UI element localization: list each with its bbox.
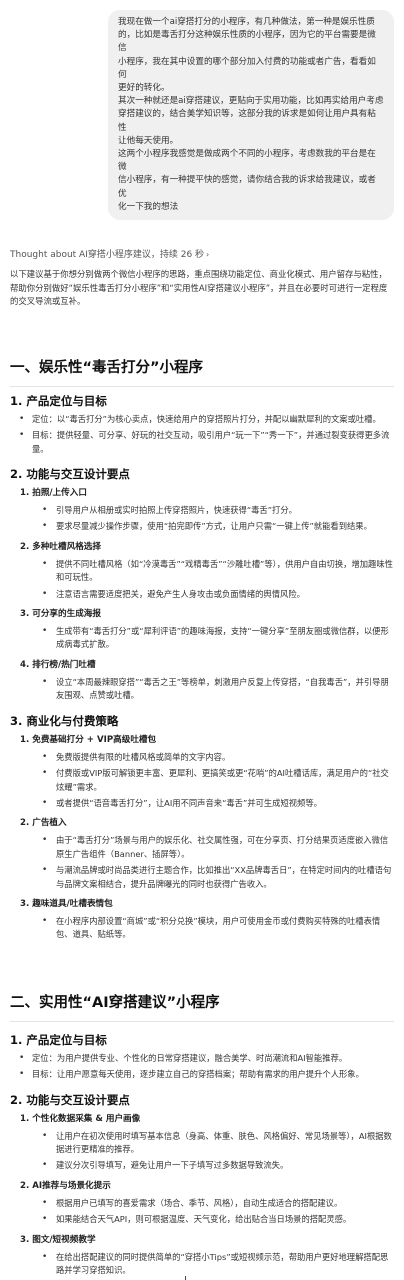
list-item: 建议分次引导填写，避免让用户一下子填写过多数据导致流失。	[20, 1159, 394, 1173]
subsection-title: 2. 功能与交互设计要点	[10, 1092, 130, 1107]
list-item: 在小程序内部设置“商城”或“积分兑换”模块，用户可使用金币或付费购买特殊的吐槽表…	[20, 915, 394, 942]
user-message-line: 信小程序，有一种提平快的感觉，请你结合我的诉求给我建议，或者优	[118, 175, 376, 199]
subsection-title: 3. 商业化与付费策略	[10, 713, 119, 728]
section-title: 二、实用性“AI穿搭建议”小程序	[10, 994, 220, 1011]
user-message-line: 其次一种就还是ai穿搭建议，更贴向于实用功能，比如再实给用户考虑	[118, 96, 384, 107]
numbered-list: 1. 免费基础打分 + VIP高级吐槽包 免费版提供有限的吐槽风格或简单的文字内…	[10, 733, 394, 942]
numbered-item-label: 3. 可分享的生成海报	[20, 609, 101, 620]
list-item: 定位：为用户提供专业、个性化的日常穿搭建议，融合美学、时尚潮流和AI智能推荐。	[10, 1052, 394, 1066]
numbered-item: 2. 广告植入 由于“毒舌打分”场景与用户的娱乐化、社交属性强，可在分享页、打分…	[10, 816, 394, 891]
numbered-item-label: 3. 趣味道具/吐槽表情包	[20, 898, 113, 909]
user-message-line: 我现在做一个ai穿搭打分的小程序，有几种做法，第一种是娱乐性质	[118, 17, 375, 27]
numbered-item: 4. 排行榜/热门吐槽 设立“本周最辣眼穿搭”“毒舌之王”等榜单，刺激用户反复上…	[10, 658, 394, 703]
thought-label: Thought about AI穿搭小程序建议，持续 26 秒	[10, 250, 205, 261]
numbered-list: 1. 拍照/上传入口 引导用户从相册或实时拍照上传穿搭照片，快速获得“毒舌”打分…	[10, 486, 394, 703]
user-message-line: 的，比如是毒舌打分这种娱乐性质的小程序，因为它的平台需要是微信	[118, 30, 376, 54]
list-item: 让用户在初次使用时填写基本信息（身高、体重、肤色、风格偏好、常见场景等），AI根…	[20, 1130, 394, 1157]
user-message-line: 化一下我的想法	[118, 201, 179, 212]
numbered-item-label: 3. 图文/短视频教学	[20, 1234, 96, 1245]
user-message-line: 更好的转化。	[118, 83, 170, 94]
list-item: 目标：提供轻量、可分享、好玩的社交互动，吸引用户“玩一下”“秀一下”，并通过裂变…	[10, 429, 394, 456]
chat-page: 我现在做一个ai穿搭打分的小程序，有几种做法，第一种是娱乐性质 的，比如是毒舌打…	[0, 10, 404, 1280]
numbered-item: 3. 趣味道具/吐槽表情包 在小程序内部设置“商城”或“积分兑换”模块，用户可使…	[10, 897, 394, 942]
list-item: 注意语言需要适度把关，避免产生人身攻击或负面情绪的舆情风险。	[20, 588, 394, 602]
list-item: 如果能结合天气API，则可根据温度、天气变化，给出贴合当日场景的搭配灵感。	[20, 1213, 394, 1227]
numbered-item: 2. 多种吐槽风格选择 提供不同吐槽风格（如“冷漠毒舌”“戏精毒舌”“沙雕吐槽”…	[10, 540, 394, 602]
user-message-bubble: 我现在做一个ai穿搭打分的小程序，有几种做法，第一种是娱乐性质 的，比如是毒舌打…	[108, 10, 394, 221]
subsection-title: 2. 功能与交互设计要点	[10, 467, 130, 482]
scroll-down-icon[interactable]: ↓	[181, 1274, 190, 1280]
section-title: 一、娱乐性“毒舌打分”小程序	[10, 359, 204, 376]
list-item: 设立“本周最辣眼穿搭”“毒舌之王”等榜单，刺激用户反复上传穿搭，“自我毒舌”，并…	[20, 676, 394, 703]
list-item: 定位：以“毒舌打分”为核心卖点，快速给用户的穿搭照片打分，并配以幽默犀利的文案或…	[10, 413, 394, 427]
list-item: 或者提供“语音毒舌打分”，让AI用不同声音来“毒舌”并可生成短视频等。	[20, 797, 394, 811]
list-item: 根据用户已填写的喜爱需求（场合、季节、风格），自动生成适合的搭配建议。	[20, 1197, 394, 1211]
intro-paragraph: 以下建议基于你想分别做两个微信小程序的思路，重点围绕功能定位、商业化模式、用户留…	[10, 269, 388, 307]
numbered-item: 1. 个性化数据采集 & 用户画像 让用户在初次使用时填写基本信息（身高、体重、…	[10, 1112, 394, 1174]
list-item: 引导用户从相册或实时拍照上传穿搭照片，快速获得“毒舌”打分。	[20, 504, 394, 518]
subsection-title: 1. 产品定位与目标	[10, 393, 107, 408]
numbered-item: 3. 可分享的生成海报 生成带有“毒舌打分”或“犀利评语”的趣味海报，支持“一键…	[10, 607, 394, 652]
list-item: 目标：让用户愿意每天使用，逐步建立自己的穿搭档案；帮助有需求的用户提升个人形象。	[10, 1068, 394, 1082]
numbered-item: 1. 拍照/上传入口 引导用户从相册或实时拍照上传穿搭照片，快速获得“毒舌”打分…	[10, 486, 394, 534]
list-item: 免费版提供有限的吐槽风格或简单的文字内容。	[20, 751, 394, 765]
list-item: 与潮流品牌或时尚品类进行主题合作，比如推出“XX品牌毒舌日”，在特定时间内的吐槽…	[20, 864, 394, 891]
user-message-line: 穿搭建议的，结合美学知识等，这部分我的诉求是如何让用户具有粘性	[118, 109, 376, 133]
thought-toggle[interactable]: Thought about AI穿搭小程序建议，持续 26 秒 ›	[10, 248, 394, 262]
numbered-item-label: 2. 广告植入	[20, 818, 67, 829]
numbered-item-label: 1. 拍照/上传入口	[20, 488, 87, 499]
list-item: 提供不同吐槽风格（如“冷漠毒舌”“戏精毒舌”“沙雕吐槽”等），供用户自由切换，增…	[20, 558, 394, 585]
numbered-item-label: 4. 排行榜/热门吐槽	[20, 659, 96, 670]
chevron-right-icon: ›	[206, 250, 210, 260]
user-message-line: 让他每天使用。	[118, 135, 179, 146]
bullet-list: 定位：以“毒舌打分”为核心卖点，快速给用户的穿搭照片打分，并配以幽默犀利的文案或…	[10, 413, 394, 456]
numbered-item: 3. 图文/短视频教学 在给出搭配建议的同时提供简单的“穿搭小Tips”或短视频…	[10, 1233, 394, 1278]
list-item: 由于“毒舌打分”场景与用户的娱乐化、社交属性强，可在分享页、打分结果页适度嵌入微…	[20, 834, 394, 861]
divider	[10, 1020, 394, 1022]
bullet-list: 定位：为用户提供专业、个性化的日常穿搭建议，融合美学、时尚潮流和AI智能推荐。 …	[10, 1052, 394, 1082]
numbered-item: 2. AI推荐与场景化提示 根据用户已填写的喜爱需求（场合、季节、风格），自动生…	[10, 1179, 394, 1227]
numbered-item-label: 1. 免费基础打分 + VIP高级吐槽包	[20, 734, 157, 745]
numbered-list: 1. 个性化数据采集 & 用户画像 让用户在初次使用时填写基本信息（身高、体重、…	[10, 1112, 394, 1278]
list-item: 要求尽量减少操作步骤，使用“拍完即传”方式，让用户只需“一键上传”就能看到结果。	[20, 520, 394, 534]
list-item: 生成带有“毒舌打分”或“犀利评语”的趣味海报，支持“一键分享”至朋友圈或微信群，…	[20, 625, 394, 652]
list-item: 付费版或VIP版可解锁更丰富、更犀利、更搞笑或更“花哨”的AI吐槽话库，满足用户…	[20, 767, 394, 794]
subsection-title: 1. 产品定位与目标	[10, 1032, 107, 1047]
user-message-line: 小程序，我在其中设置的哪个部分加入付费的功能或者广告，看看如何	[118, 56, 376, 80]
numbered-item-label: 2. 多种吐槽风格选择	[20, 541, 101, 552]
user-message-line: 这两个小程序我感觉是做成两个不同的小程序，考虑数我的平台是在微	[118, 149, 376, 173]
numbered-item-label: 1. 个性化数据采集 & 用户画像	[20, 1113, 141, 1124]
numbered-item: 1. 免费基础打分 + VIP高级吐槽包 免费版提供有限的吐槽风格或简单的文字内…	[10, 733, 394, 811]
list-item: 在给出搭配建议的同时提供简单的“穿搭小Tips”或短视频示范，帮助用户更好地理解…	[20, 1251, 394, 1278]
divider	[10, 385, 394, 387]
numbered-item-label: 2. AI推荐与场景化提示	[20, 1180, 111, 1191]
